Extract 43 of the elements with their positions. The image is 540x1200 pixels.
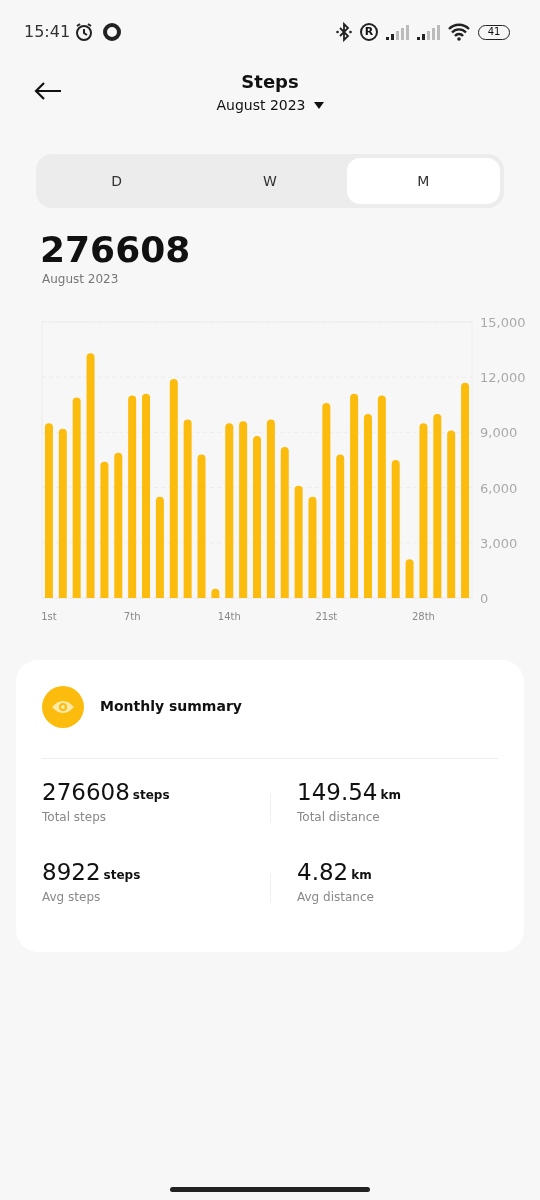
wifi-icon	[448, 23, 470, 41]
summary-title: Monthly summary	[100, 697, 242, 717]
caret-icon	[313, 102, 324, 109]
axis-label: 12,000	[480, 369, 526, 385]
metric-unit: km	[351, 866, 372, 884]
axis-label: 15,000	[480, 314, 526, 330]
page-title: Steps	[241, 70, 299, 94]
axis-label: 1st	[41, 610, 57, 622]
month-selector[interactable]: August 2023	[216, 95, 306, 116]
axis-label: 0	[480, 590, 489, 606]
bluetooth-icon	[336, 22, 352, 42]
metric-label: Total steps	[42, 808, 108, 826]
metric-value: 149.54	[297, 780, 378, 804]
metric-unit: steps	[103, 866, 141, 884]
axis-label: 3,000	[480, 535, 518, 551]
axis-label: 6,000	[480, 480, 518, 496]
metric-unit: steps	[132, 786, 170, 804]
metric-unit: km	[380, 786, 401, 804]
signal-icon	[386, 24, 409, 40]
axis-label: 14th	[217, 610, 241, 622]
eye-icon	[42, 685, 84, 728]
chart-bar	[211, 588, 220, 598]
alarm-icon	[74, 22, 95, 42]
metric-label: Total distance	[297, 808, 381, 826]
metric-label: Avg steps	[42, 888, 102, 906]
axis-label: 9,000	[480, 425, 518, 440]
axis-label: 7th	[123, 610, 141, 622]
metric-value: 276608	[42, 780, 130, 804]
clock-time: 15:41	[24, 21, 71, 43]
metric-label: Avg distance	[297, 888, 374, 906]
axis-label: 28th	[411, 610, 435, 622]
chart-bar	[405, 558, 414, 598]
signal-icon	[417, 24, 440, 40]
period-tab[interactable]: W	[193, 158, 347, 204]
total-steps: 276608	[40, 230, 540, 270]
ring-icon	[102, 22, 123, 42]
metric-value: 4.82	[297, 860, 349, 884]
metric-value: 8922	[42, 860, 101, 884]
total-period: August 2023	[42, 270, 120, 288]
roaming-indicator: R	[360, 23, 378, 41]
axis-label: 21st	[315, 610, 338, 622]
period-tab[interactable]: D	[40, 158, 194, 204]
period-tab[interactable]: M	[346, 158, 500, 204]
